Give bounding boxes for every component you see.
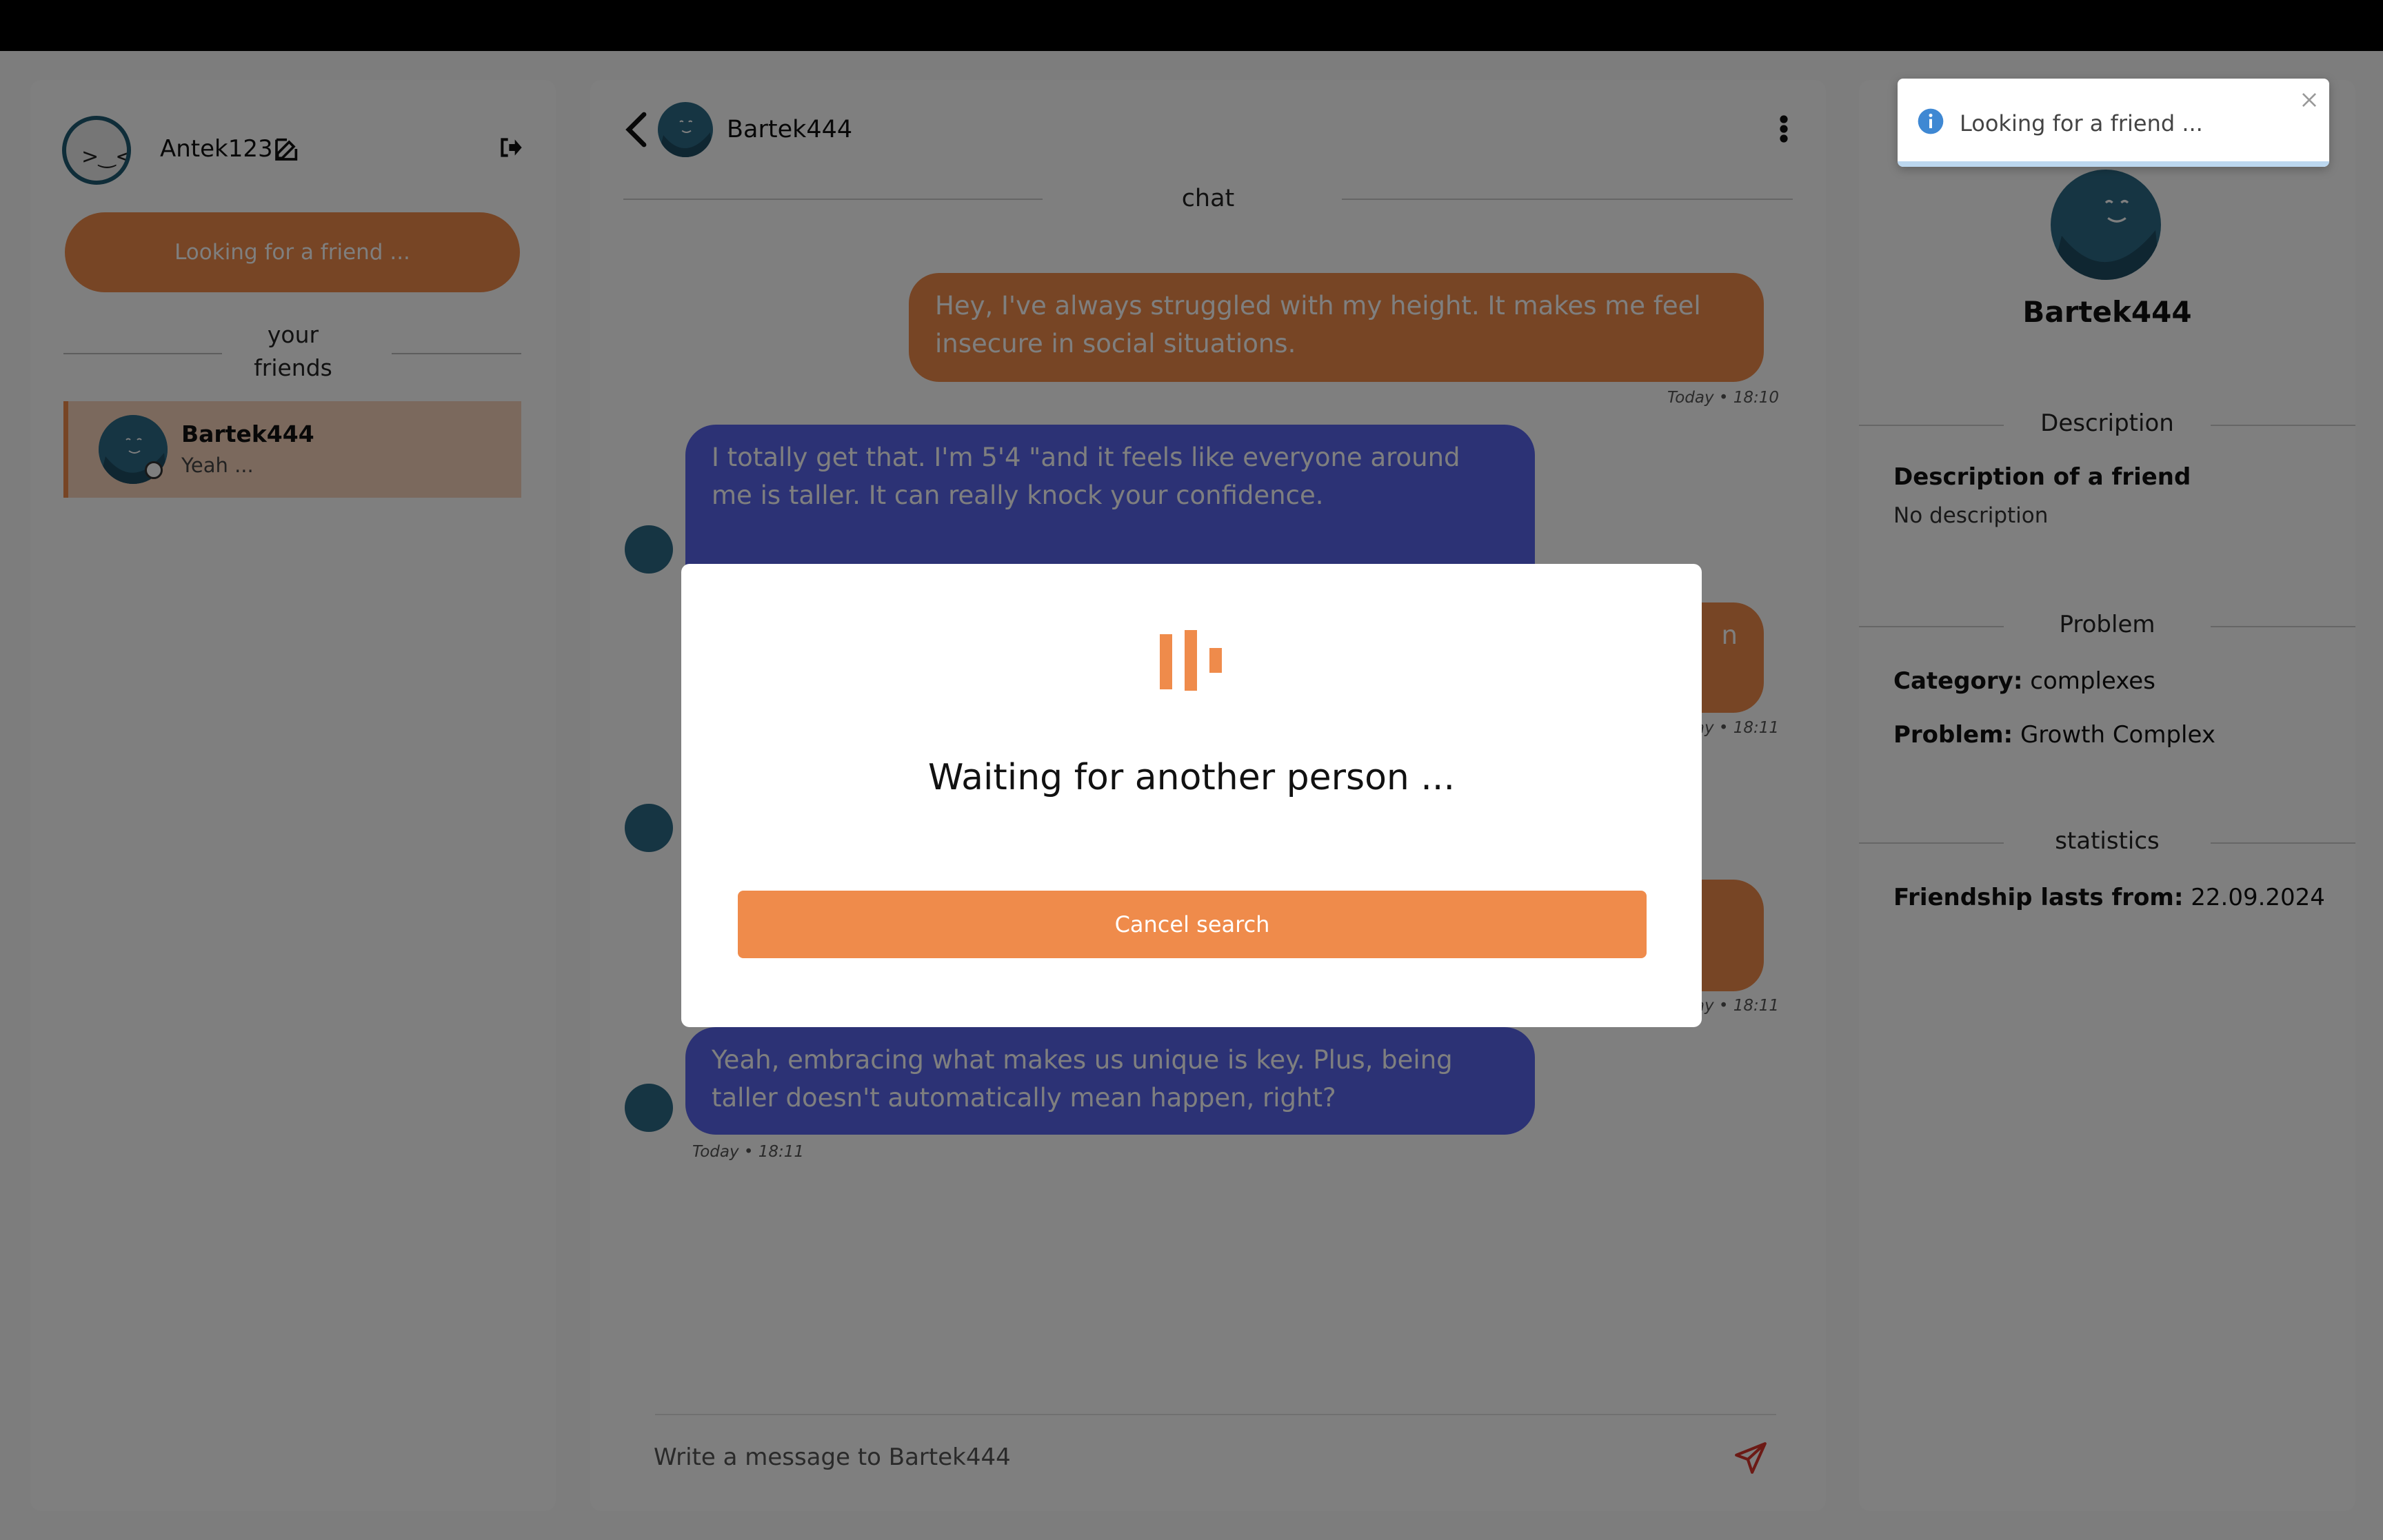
toast-notification: Looking for a friend ... [1898, 79, 2329, 167]
toast-progress-bar [1898, 161, 2329, 167]
loading-bars-icon [1160, 630, 1222, 691]
waiting-modal: Waiting for another person ... Cancel se… [681, 564, 1702, 1027]
cancel-search-button[interactable]: Cancel search [738, 891, 1647, 958]
top-black-bar [0, 0, 2383, 51]
close-icon[interactable] [2300, 91, 2318, 109]
toast-text: Looking for a friend ... [1960, 110, 2203, 136]
info-icon [1918, 108, 1944, 134]
modal-title: Waiting for another person ... [927, 757, 1455, 798]
